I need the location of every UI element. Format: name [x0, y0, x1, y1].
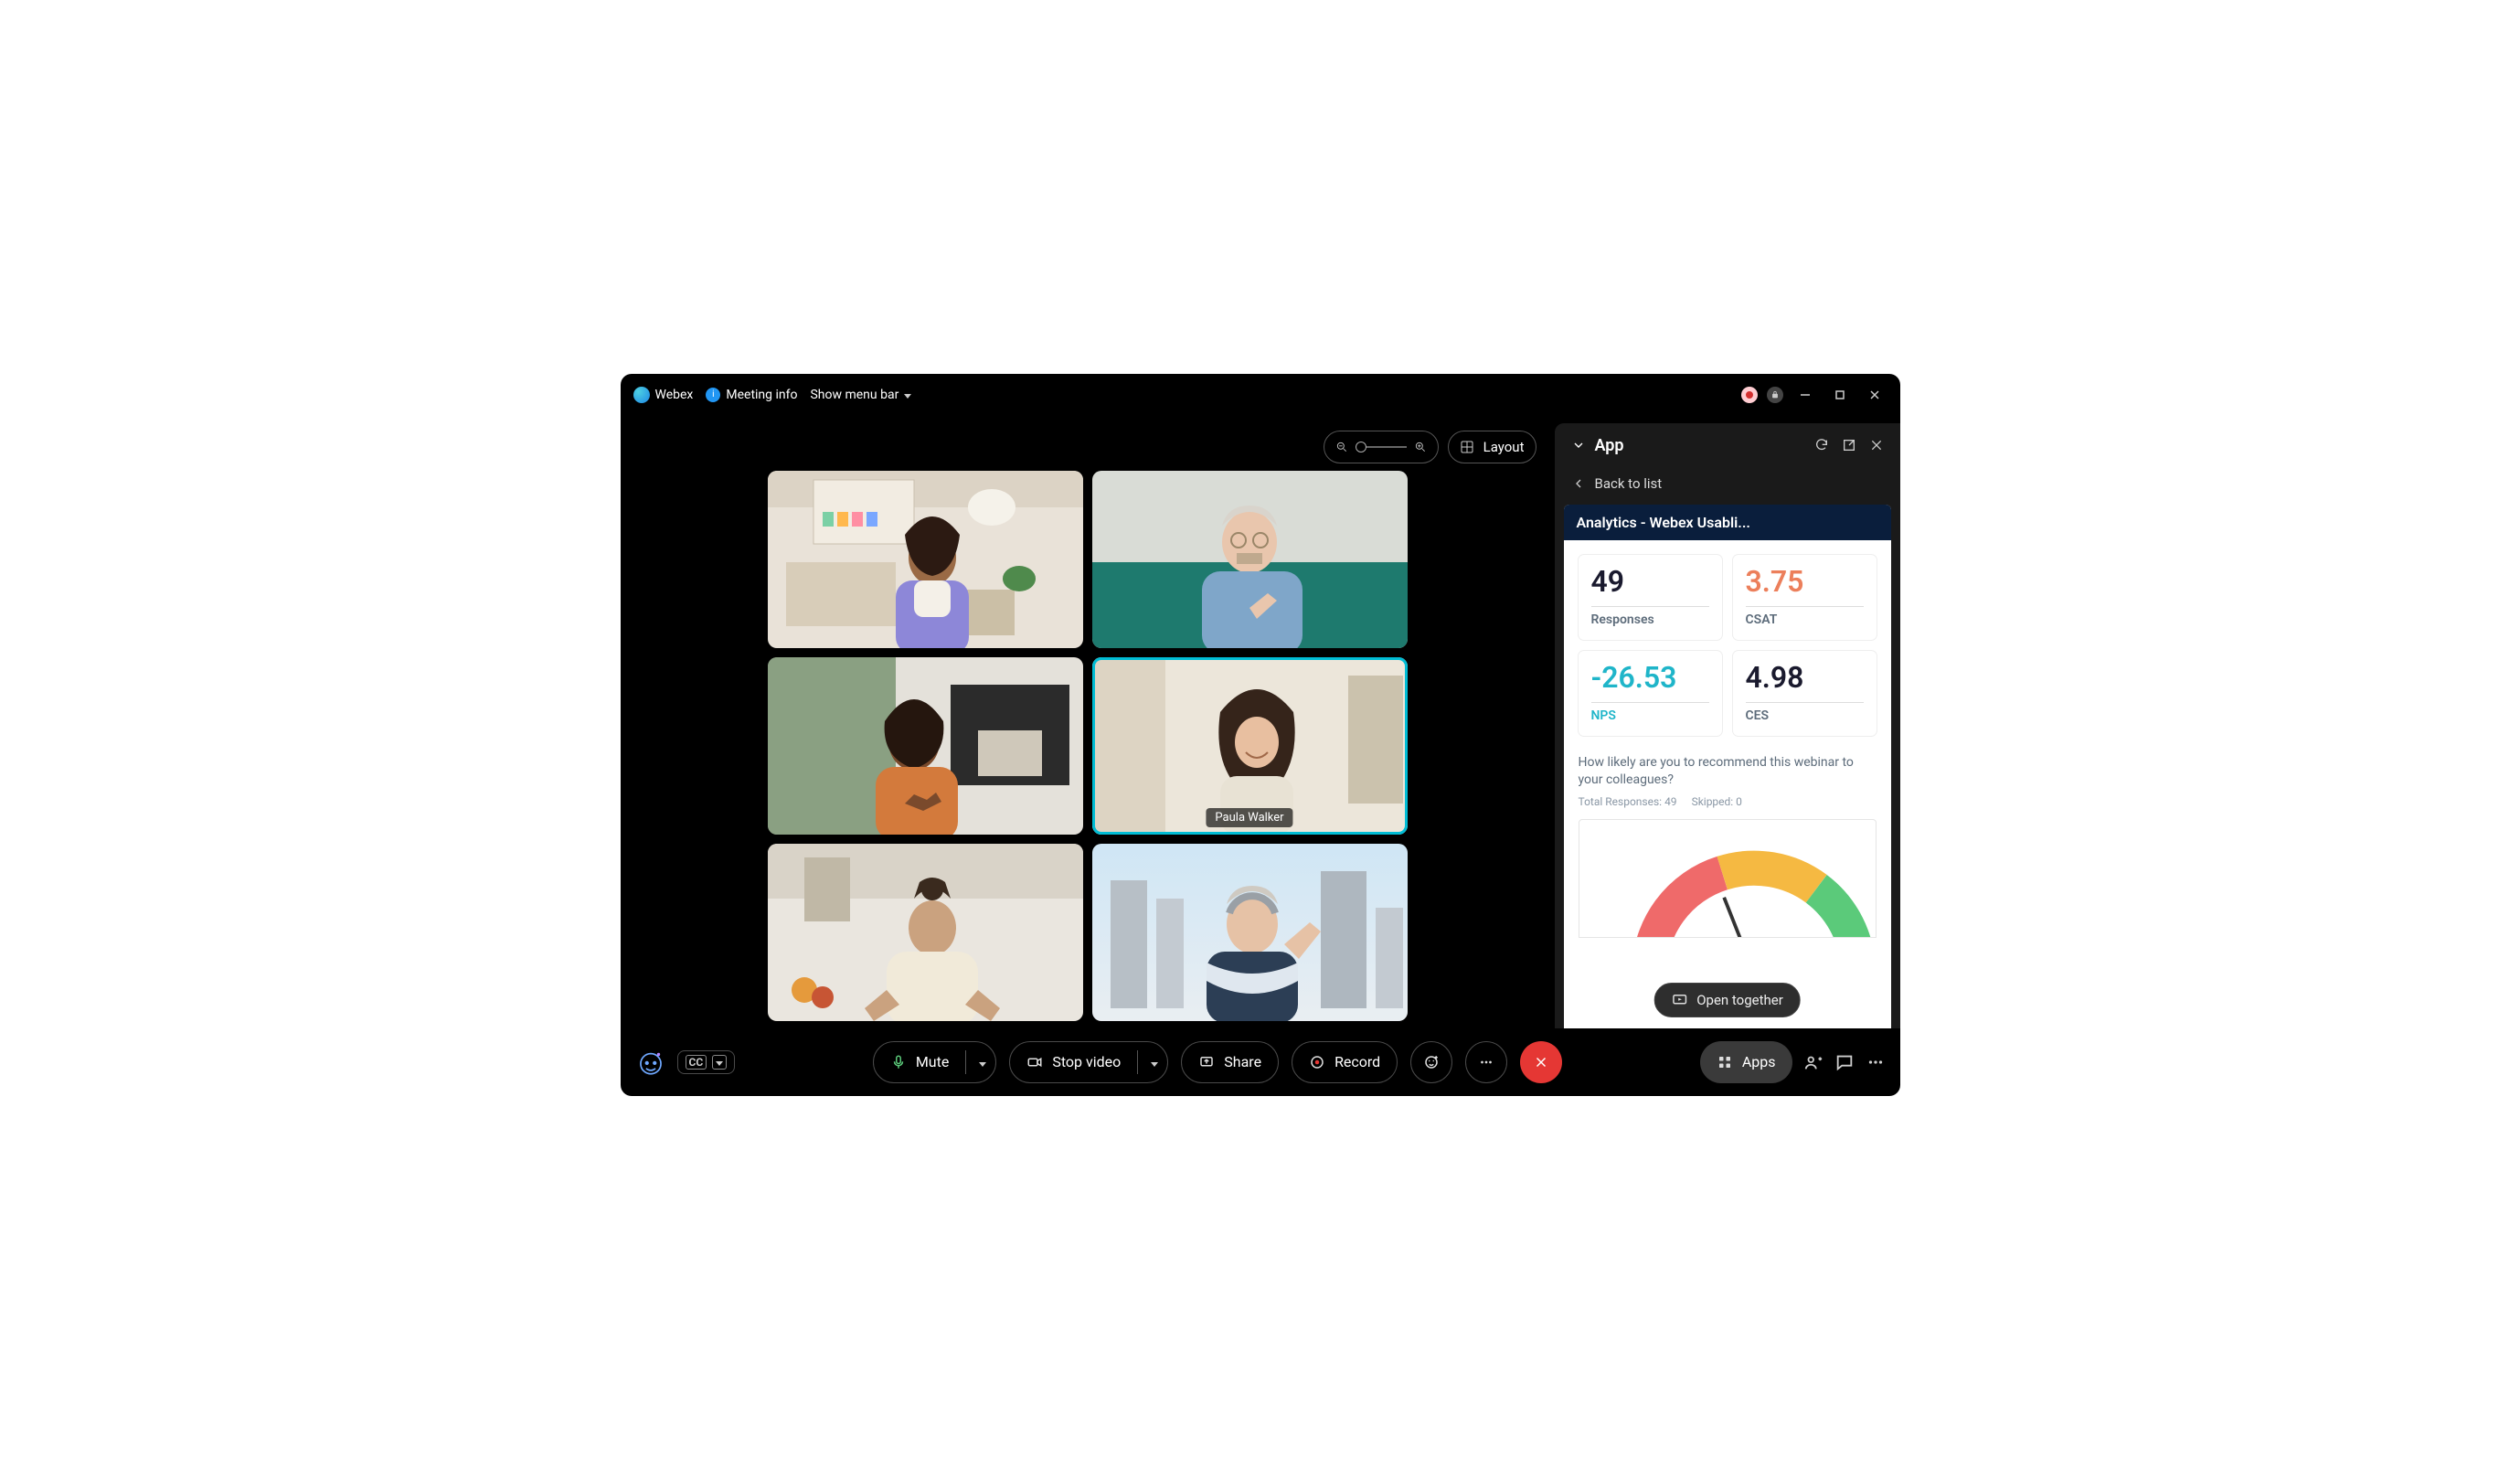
lock-indicator-icon[interactable]	[1767, 387, 1783, 403]
open-together-button[interactable]: Open together	[1653, 983, 1801, 1017]
side-panel: App Back to list Analytics - Webex Usabl…	[1555, 423, 1900, 1028]
more-icon	[1478, 1054, 1494, 1070]
metric-value: 3.75	[1746, 564, 1864, 599]
close-icon[interactable]	[1869, 438, 1884, 452]
window-close-button[interactable]	[1862, 382, 1887, 408]
captions-button[interactable]: CC	[677, 1050, 736, 1074]
metric-label: Responses	[1591, 612, 1709, 627]
layout-button[interactable]: Layout	[1448, 431, 1536, 463]
participant-tile[interactable]	[1092, 844, 1408, 1021]
smiley-icon	[1423, 1054, 1440, 1070]
present-icon	[1671, 992, 1687, 1008]
titlebar: Webex i Meeting info Show menu bar	[621, 374, 1900, 416]
stop-video-label: Stop video	[1052, 1053, 1121, 1070]
pop-out-icon[interactable]	[1842, 438, 1856, 452]
panel-header: App	[1555, 423, 1900, 468]
metric-value: 49	[1591, 564, 1709, 599]
layout-label: Layout	[1483, 439, 1525, 455]
app-card: Analytics - Webex Usabli... 49 Responses…	[1564, 505, 1891, 1028]
participants-icon[interactable]	[1803, 1052, 1824, 1072]
metric-label: CES	[1746, 708, 1864, 723]
gauge-chart	[1579, 819, 1877, 938]
zoom-in-icon	[1414, 441, 1427, 453]
participant-tile[interactable]	[1092, 471, 1408, 648]
share-label: Share	[1224, 1053, 1261, 1070]
participant-tile-active[interactable]: Paula Walker	[1092, 657, 1408, 835]
share-button[interactable]: Share	[1181, 1041, 1279, 1083]
video-grid: Paula Walker	[621, 416, 1555, 1028]
microphone-icon	[890, 1054, 907, 1070]
zoom-control[interactable]	[1324, 431, 1439, 463]
record-label: Record	[1334, 1053, 1380, 1070]
zoom-slider[interactable]	[1356, 446, 1407, 448]
brand: Webex	[633, 387, 694, 403]
info-icon: i	[706, 388, 720, 402]
back-to-list-label: Back to list	[1595, 475, 1663, 492]
mute-label: Mute	[916, 1053, 950, 1070]
metric-responses: 49 Responses	[1579, 555, 1722, 640]
app-card-header: Analytics - Webex Usabli...	[1564, 505, 1891, 540]
metric-csat: 3.75 CSAT	[1733, 555, 1877, 640]
panel-title: App	[1595, 436, 1624, 455]
share-icon	[1198, 1054, 1215, 1070]
window-minimize-button[interactable]	[1792, 382, 1818, 408]
metric-value: 4.98	[1746, 660, 1864, 695]
metric-nps: -26.53 NPS	[1579, 651, 1722, 736]
app-window: Webex i Meeting info Show menu bar	[621, 374, 1900, 1096]
record-button[interactable]: Record	[1292, 1041, 1398, 1083]
app-card-title: Analytics - Webex Usabli...	[1577, 514, 1750, 531]
end-call-button[interactable]	[1520, 1041, 1562, 1083]
participant-tile[interactable]	[768, 471, 1083, 648]
show-menu-bar-button[interactable]: Show menu bar	[810, 388, 911, 402]
zoom-layout-controls: Layout	[1324, 431, 1536, 463]
meeting-info-button[interactable]: i Meeting info	[706, 388, 797, 402]
bottom-toolbar: CC Mute Stop video Share	[621, 1028, 1900, 1096]
zoom-out-icon	[1335, 441, 1348, 453]
assistant-icon[interactable]	[635, 1047, 666, 1078]
chevron-left-icon	[1571, 476, 1586, 491]
chevron-down-icon[interactable]	[979, 1053, 986, 1070]
open-together-label: Open together	[1696, 992, 1783, 1008]
brand-label: Webex	[655, 388, 694, 402]
chevron-down-icon	[904, 388, 911, 402]
recording-indicator-icon[interactable]	[1741, 387, 1758, 403]
chevron-down-icon	[712, 1055, 727, 1070]
participant-tile[interactable]	[768, 844, 1083, 1021]
participant-tile[interactable]	[768, 657, 1083, 835]
survey-substats: Total Responses: 49 Skipped: 0	[1564, 795, 1891, 815]
more-options-button[interactable]	[1465, 1041, 1507, 1083]
main-area: Layout	[621, 416, 1900, 1028]
chat-icon[interactable]	[1834, 1052, 1855, 1072]
video-area: Layout	[621, 416, 1555, 1028]
grid-icon	[1460, 440, 1474, 454]
stop-video-button[interactable]: Stop video	[1009, 1041, 1168, 1083]
more-icon[interactable]	[1866, 1052, 1886, 1072]
back-to-list-button[interactable]: Back to list	[1555, 468, 1900, 505]
apps-button[interactable]: Apps	[1700, 1041, 1792, 1083]
participant-name-tag: Paula Walker	[1206, 808, 1292, 827]
record-icon	[1309, 1054, 1325, 1070]
cc-icon: CC	[686, 1055, 707, 1070]
metrics-grid: 49 Responses 3.75 CSAT -26.53 NPS	[1564, 540, 1891, 750]
webex-logo-icon	[633, 387, 650, 403]
meeting-info-label: Meeting info	[726, 388, 797, 402]
camera-icon	[1026, 1054, 1043, 1070]
mute-button[interactable]: Mute	[873, 1041, 997, 1083]
survey-question: How likely are you to recommend this web…	[1564, 750, 1891, 795]
apps-icon	[1717, 1054, 1733, 1070]
chevron-down-icon[interactable]	[1571, 438, 1586, 452]
apps-label: Apps	[1742, 1053, 1776, 1070]
metric-label: CSAT	[1746, 612, 1864, 627]
chevron-down-icon[interactable]	[1151, 1053, 1158, 1070]
metric-label: NPS	[1591, 708, 1709, 723]
refresh-icon[interactable]	[1814, 438, 1829, 452]
reactions-button[interactable]	[1410, 1041, 1452, 1083]
metric-ces: 4.98 CES	[1733, 651, 1877, 736]
skipped-count: Skipped: 0	[1692, 795, 1742, 808]
total-responses: Total Responses: 49	[1579, 795, 1677, 808]
close-icon	[1533, 1054, 1549, 1070]
window-maximize-button[interactable]	[1827, 382, 1853, 408]
metric-value: -26.53	[1591, 660, 1709, 695]
show-menu-bar-label: Show menu bar	[810, 388, 898, 402]
